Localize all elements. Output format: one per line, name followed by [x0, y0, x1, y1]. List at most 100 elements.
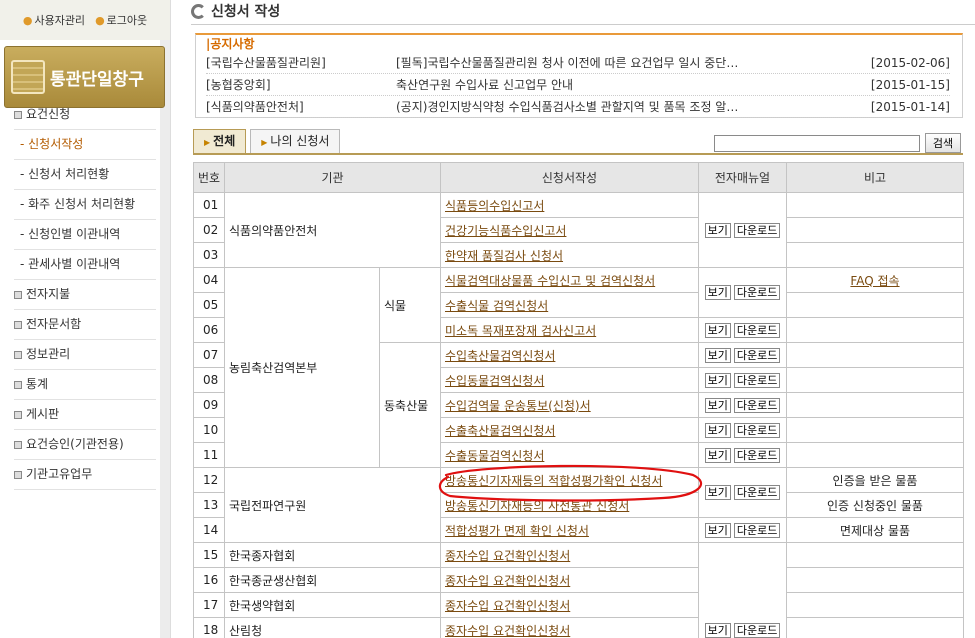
remark-cell — [786, 242, 964, 268]
sidebar-item-stats[interactable]: 통계 — [14, 370, 156, 400]
sidebar-item-status[interactable]: - 신청서 처리현황 — [14, 160, 156, 190]
sidebar-item-write[interactable]: - 신청서작성 — [14, 130, 156, 160]
form-link[interactable]: 종자수입 요건확인신청서 — [445, 624, 570, 638]
form-cell: 종자수입 요건확인신청서 — [440, 617, 699, 638]
remark-cell — [786, 217, 964, 243]
download-button[interactable]: 다운로드 — [733, 322, 781, 338]
download-button[interactable]: 다운로드 — [733, 347, 781, 363]
download-button[interactable]: 다운로드 — [733, 623, 781, 638]
sidebar-item-board[interactable]: 게시판 — [14, 400, 156, 430]
remark-cell — [786, 192, 964, 218]
view-button[interactable]: 보기 — [704, 347, 731, 363]
sidebar-item-applicant-transfer[interactable]: - 신청인별 이관내역 — [14, 220, 156, 250]
suborg-cell: 동축산물 — [379, 342, 441, 468]
sidebar-item-docbox[interactable]: 전자문서함 — [14, 310, 156, 340]
download-button[interactable]: 다운로드 — [733, 372, 781, 388]
download-button[interactable]: 다운로드 — [733, 447, 781, 463]
form-link[interactable]: 수출동물검역신청서 — [445, 449, 544, 463]
view-button[interactable]: 보기 — [704, 222, 731, 238]
view-button[interactable]: 보기 — [704, 397, 731, 413]
form-link[interactable]: 수입검역물 운송통보(신청)서 — [445, 399, 591, 413]
tab-all[interactable]: ▶ 전체 — [193, 129, 247, 153]
download-button[interactable]: 다운로드 — [733, 222, 781, 238]
form-cell: 방송통신기자재등의 적합성평가확인 신청서 — [440, 467, 699, 493]
download-button[interactable]: 다운로드 — [733, 285, 781, 300]
tab-my-requests[interactable]: ▶ 나의 신청서 — [250, 129, 341, 153]
form-link[interactable]: 종자수입 요건확인신청서 — [445, 574, 570, 588]
manual-cell: 보기 다운로드 — [698, 367, 787, 393]
form-link[interactable]: 수출축산물검역신청서 — [445, 424, 555, 438]
form-link[interactable]: 식물검역대상물품 수입신고 및 검역신청서 — [445, 274, 655, 288]
form-cell: 식품등의수입신고서 — [440, 192, 699, 218]
form-link[interactable]: 방송통신기자재등의 적합성평가확인 신청서 — [445, 474, 662, 488]
view-button[interactable]: 보기 — [704, 447, 731, 463]
sidebar-item-agency[interactable]: 기관고유업무 — [14, 460, 156, 490]
form-link[interactable]: 미소독 목재포장재 검사신고서 — [445, 324, 596, 338]
sidebar-item-payment[interactable]: 전자지불 — [14, 280, 156, 310]
form-link[interactable]: 식품등의수입신고서 — [445, 199, 544, 213]
sidebar-item-owner-status[interactable]: - 화주 신청서 처리현황 — [14, 190, 156, 220]
table-row: 12 국립전파연구원 방송통신기자재등의 적합성평가확인 신청서 보기 다운로드 … — [193, 467, 964, 543]
download-button[interactable]: 다운로드 — [733, 522, 781, 538]
notice-item[interactable]: [농협중앙회] 축산연구원 수입사료 신고업무 안내 [2015-01-15] — [206, 74, 950, 96]
form-link[interactable]: 수출식물 검역신청서 — [445, 299, 548, 313]
form-cell: 종자수입 요건확인신청서 — [440, 542, 699, 568]
notice-item[interactable]: [국립수산물품질관리원] [필독]국립수산물품질관리원 청사 이전에 따른 요건… — [206, 52, 950, 74]
notice-subject[interactable]: [필독]국립수산물품질관리원 청사 이전에 따른 요건업무 일시 중단… — [396, 52, 776, 74]
org-cell: 국립전파연구원 — [224, 467, 441, 543]
faq-link[interactable]: FAQ 접속 — [850, 274, 899, 288]
user-manage-link[interactable]: ● 사용자관리 — [23, 12, 85, 28]
form-link[interactable]: 종자수입 요건확인신청서 — [445, 549, 570, 563]
manual-cell: 보기 다운로드 — [698, 317, 787, 343]
table-row: 18 산림청 종자수입 요건확인신청서 — [193, 617, 964, 638]
view-button[interactable]: 보기 — [704, 522, 731, 538]
view-button[interactable]: 보기 — [704, 485, 731, 500]
logout-link[interactable]: ● 로그아웃 — [95, 12, 147, 28]
form-cell: 적합성평가 면제 확인 신청서 — [440, 517, 699, 543]
sidebar-item-label: 요건신청 — [26, 107, 71, 121]
form-link[interactable]: 건강기능식품수입신고서 — [445, 224, 566, 238]
form-link[interactable]: 방송통신기자재등의 사전통관 신청서 — [445, 499, 629, 513]
form-link[interactable]: 수입축산물검역신청서 — [445, 349, 555, 363]
form-link[interactable]: 종자수입 요건확인신청서 — [445, 599, 570, 613]
row-number: 08 — [193, 367, 225, 393]
sidebar-gutter — [160, 40, 170, 638]
form-link[interactable]: 수입동물검역신청서 — [445, 374, 544, 388]
download-button[interactable]: 다운로드 — [733, 485, 781, 500]
sidebar-item-broker-transfer[interactable]: - 관세사별 이관내역 — [14, 250, 156, 280]
notice-title: |공지사항 — [206, 37, 255, 51]
table-row: 01 식품의약품안전처 식품등의수입신고서 보기 다운로드 — [193, 192, 964, 268]
menu-bullet-icon — [14, 440, 22, 449]
view-button[interactable]: 보기 — [704, 372, 731, 388]
row-number: 01 — [193, 192, 225, 218]
form-link[interactable]: 한약재 품질검사 신청서 — [445, 249, 563, 263]
user-manage-label: 사용자관리 — [34, 14, 86, 27]
download-button[interactable]: 다운로드 — [733, 397, 781, 413]
search-button[interactable]: 검색 — [925, 133, 961, 153]
divider — [193, 153, 963, 155]
remark-cell — [786, 442, 964, 468]
col-header-manual: 전자매뉴얼 — [698, 162, 787, 193]
remark-cell — [786, 592, 964, 618]
sidebar-item-approval[interactable]: 요건승인(기관전용) — [14, 430, 156, 460]
view-button[interactable]: 보기 — [704, 285, 731, 300]
download-button[interactable]: 다운로드 — [733, 422, 781, 438]
view-button[interactable]: 보기 — [704, 322, 731, 338]
row-number: 05 — [193, 292, 225, 318]
notice-item[interactable]: [식품의약품안전처] (공지)경인지방식약청 수입식품검사소별 관할지역 및 품… — [206, 96, 950, 118]
sidebar-header: 통관단일창구 — [4, 46, 165, 108]
remark-cell: 인증을 받은 물품 — [786, 467, 964, 493]
form-link[interactable]: 적합성평가 면제 확인 신청서 — [445, 524, 589, 538]
notice-subject[interactable]: (공지)경인지방식약청 수입식품검사소별 관할지역 및 품목 조정 알… — [396, 96, 776, 118]
view-button[interactable]: 보기 — [704, 422, 731, 438]
sidebar-item-label: - 신청서작성 — [20, 137, 84, 151]
remark-cell — [786, 317, 964, 343]
view-button[interactable]: 보기 — [704, 623, 731, 638]
notice-subject[interactable]: 축산연구원 수입사료 신고업무 안내 — [396, 74, 776, 96]
search-input[interactable] — [714, 135, 920, 152]
row-number: 13 — [193, 492, 225, 518]
form-cell: 수입검역물 운송통보(신청)서 — [440, 392, 699, 418]
sidebar-item-info[interactable]: 정보관리 — [14, 340, 156, 370]
form-cell: 수입축산물검역신청서 — [440, 342, 699, 368]
sidebar-item-label: 게시판 — [26, 407, 60, 421]
